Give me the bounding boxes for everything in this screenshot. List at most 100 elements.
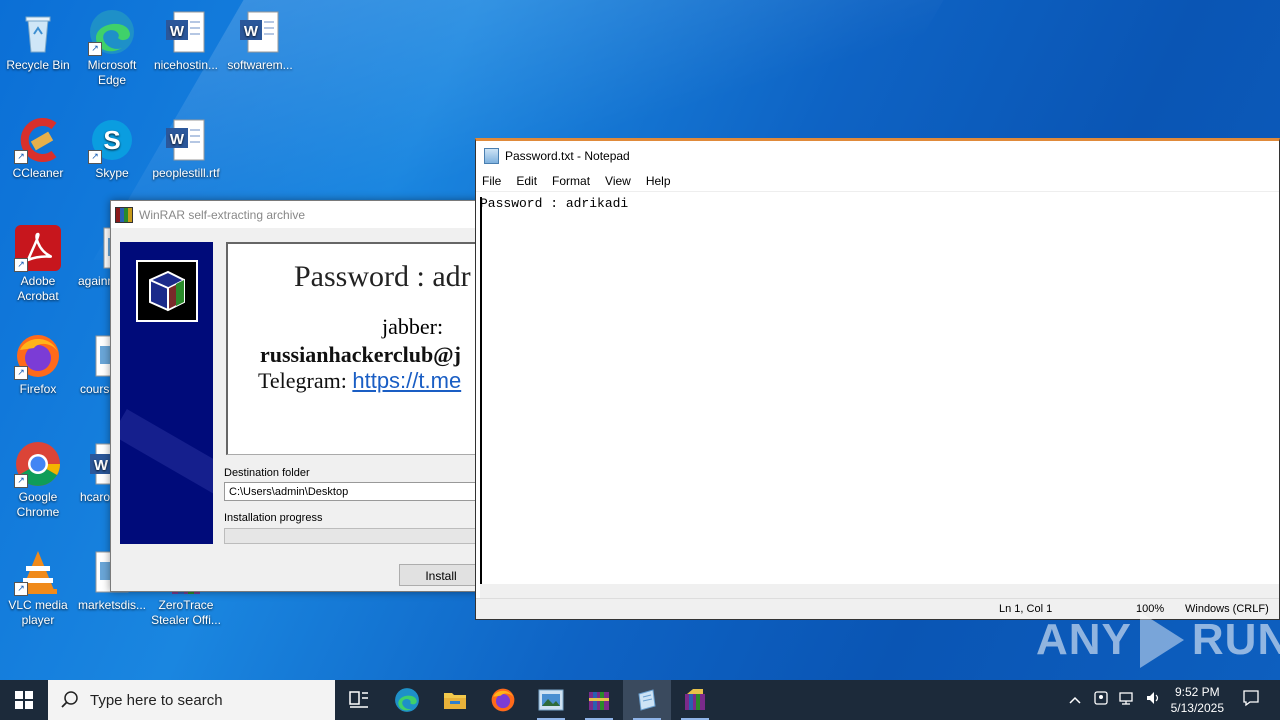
icon-label: nicehostin...	[153, 58, 219, 72]
telegram-link[interactable]: https://t.me	[352, 368, 461, 393]
desktop-icon-softwarem[interactable]: W softwarem...	[222, 8, 298, 73]
desktop-icon-ccleaner[interactable]: ↗ CCleaner	[0, 116, 76, 181]
shortcut-arrow-icon: ↗	[88, 150, 102, 164]
desktop-icon-adobe-acrobat[interactable]: ↗ Adobe Acrobat	[0, 224, 76, 304]
installation-progress-label: Installation progress	[224, 512, 323, 524]
icon-label: Skype	[95, 166, 129, 180]
acrobat-icon: ↗	[14, 224, 62, 272]
play-logo-icon	[1139, 612, 1184, 668]
skype-icon: S ↗	[88, 116, 136, 164]
taskbar-image-viewer[interactable]	[527, 680, 575, 720]
task-view-icon	[349, 691, 368, 708]
vlc-icon: ↗	[14, 548, 62, 596]
telegram-label: Telegram:	[258, 368, 353, 393]
menu-help[interactable]: Help	[646, 174, 671, 188]
desktop-icon-course[interactable]: course	[74, 332, 114, 397]
search-placeholder: Type here to search	[90, 691, 223, 709]
destination-folder-input[interactable]: C:\Users\admin\Desktop	[224, 482, 482, 501]
desktop-icon-firefox[interactable]: ↗ Firefox	[0, 332, 76, 397]
desktop-icon-google-chrome[interactable]: ↗ Google Chrome	[0, 440, 76, 520]
taskbar-file-explorer[interactable]	[431, 680, 479, 720]
taskbar-clock[interactable]: 9:52 PM 5/13/2025	[1171, 684, 1224, 716]
search-icon	[60, 690, 80, 710]
edge-icon	[395, 688, 419, 712]
clock-date: 5/13/2025	[1170, 701, 1224, 715]
menu-view[interactable]: View	[605, 174, 631, 188]
password-text: Password : adr	[294, 260, 471, 293]
meet-now-icon[interactable]	[1093, 690, 1109, 711]
menu-format[interactable]: Format	[552, 174, 590, 188]
shortcut-arrow-icon: ↗	[14, 582, 28, 596]
editor-left-edge	[480, 197, 482, 617]
desktop-icon-hcaro[interactable]: W hcaro	[74, 440, 114, 505]
watermark-right-text: RUN	[1191, 615, 1280, 664]
system-tray: 9:52 PM 5/13/2025	[1069, 680, 1280, 720]
notepad-icon	[484, 148, 499, 164]
icon-label: peoplestill.rtf	[152, 166, 220, 180]
svg-text:W: W	[170, 131, 185, 148]
windows-logo-icon	[15, 691, 33, 709]
icon-label: ZeroTrace Stealer Offi...	[151, 598, 221, 627]
desktop-icon-nicehostin[interactable]: W nicehostin...	[148, 8, 224, 73]
icon-label: marketsdis...	[77, 598, 146, 612]
taskbar-edge[interactable]	[383, 680, 431, 720]
winrar-icon	[589, 692, 609, 710]
icon-label: Microsoft Edge	[87, 58, 137, 87]
icon-label: course	[80, 382, 114, 396]
window-title: Password.txt - Notepad	[505, 149, 630, 163]
svg-text:S: S	[103, 125, 120, 155]
notepad-window[interactable]: Password.txt - Notepad File Edit Format …	[475, 138, 1280, 620]
network-icon[interactable]	[1118, 690, 1135, 711]
ccleaner-icon: ↗	[14, 116, 62, 164]
taskbar-search-box[interactable]: Type here to search	[48, 680, 335, 720]
icon-label: Adobe Acrobat	[17, 274, 59, 303]
shortcut-arrow-icon: ↗	[14, 366, 28, 380]
svg-text:W: W	[94, 457, 109, 474]
icon-label: CCleaner	[12, 166, 64, 180]
menu-edit[interactable]: Edit	[516, 174, 537, 188]
winrar-titlebar[interactable]: WinRAR self-extracting archive	[111, 201, 483, 228]
word-doc-icon: W	[162, 116, 210, 164]
firefox-icon	[491, 688, 515, 712]
desktop: Recycle Bin ↗ CCleaner ↗ Adobe Acrobat ↗…	[0, 0, 1280, 680]
anyrun-watermark: ANY RUN	[1036, 612, 1280, 668]
sfx-comment-box: Password : adr jabber: russianhackerclub…	[226, 242, 485, 455]
desktop-icon-microsoft-edge[interactable]: ↗ Microsoft Edge	[74, 8, 150, 88]
notifications-icon[interactable]	[1242, 689, 1260, 712]
word-doc-icon: W	[162, 8, 210, 56]
taskbar: Type here to search 9:52 PM 5/13/2025	[0, 680, 1280, 720]
desktop-icon-skype[interactable]: S ↗ Skype	[74, 116, 150, 181]
chevron-up-icon[interactable]	[1069, 691, 1081, 709]
desktop-icon-recycle-bin[interactable]: Recycle Bin	[0, 8, 76, 73]
icon-label: Firefox	[19, 382, 57, 396]
chrome-icon: ↗	[14, 440, 62, 488]
taskbar-firefox[interactable]	[479, 680, 527, 720]
svg-text:W: W	[244, 23, 259, 40]
watermark-left-text: ANY	[1036, 615, 1132, 664]
notepad-menubar: File Edit Format View Help	[476, 171, 1279, 192]
shortcut-arrow-icon: ↗	[14, 474, 28, 488]
desktop-icon-vlc[interactable]: ↗ VLC media player	[0, 548, 76, 628]
icon-label: Recycle Bin	[6, 58, 70, 72]
clock-time: 9:52 PM	[1174, 685, 1220, 699]
taskbar-winrar-sfx[interactable]	[671, 680, 719, 720]
taskbar-notepad[interactable]	[623, 680, 671, 720]
notepad-titlebar[interactable]: Password.txt - Notepad	[476, 141, 1279, 171]
winrar-sfx-window[interactable]: WinRAR self-extracting archive Password …	[110, 200, 485, 592]
install-button[interactable]: Install	[399, 564, 483, 586]
winrar-side-banner	[120, 242, 213, 544]
volume-icon[interactable]	[1145, 690, 1161, 711]
file-explorer-icon	[444, 693, 466, 709]
installation-progress-bar	[224, 528, 482, 544]
icon-label: hcaro	[80, 490, 111, 504]
telegram-line: Telegram: https://t.me	[258, 368, 461, 394]
jabber-address: russianhackerclub@j	[260, 342, 461, 367]
taskbar-winrar[interactable]	[575, 680, 623, 720]
menu-file[interactable]: File	[482, 174, 501, 188]
shortcut-arrow-icon: ↗	[88, 42, 102, 56]
word-doc-icon: W	[236, 8, 284, 56]
task-view-button[interactable]	[335, 680, 383, 720]
desktop-icon-peoplestill[interactable]: W peoplestill.rtf	[148, 116, 224, 181]
start-button[interactable]	[0, 680, 48, 720]
notepad-text-area[interactable]: Password : adrikadi	[480, 196, 628, 211]
